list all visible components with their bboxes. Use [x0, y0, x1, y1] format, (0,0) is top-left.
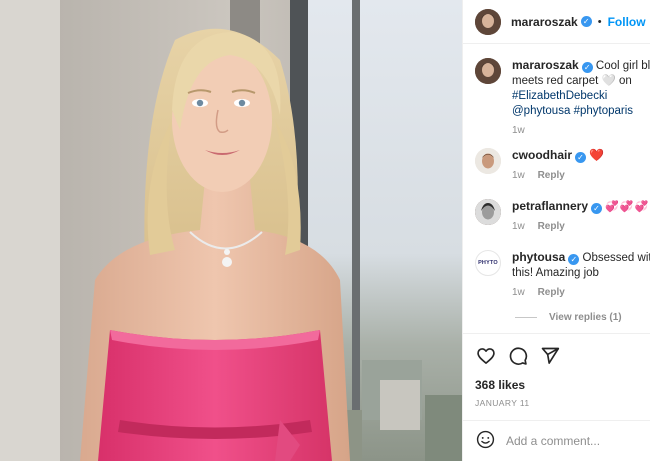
hashtag-link[interactable]: #phytoparis [574, 105, 633, 117]
add-comment-input[interactable]: Add a comment... [506, 434, 600, 448]
comment-username[interactable]: cwoodhair [512, 148, 572, 162]
verified-badge-icon: ✓ [568, 254, 580, 265]
caption: mararoszak✓ Cool girl blowout meets red … [475, 58, 650, 138]
caption-username[interactable]: mararoszak [512, 58, 579, 72]
comment-body: petraflannery ✓ 💞💞💞 1w Reply [512, 199, 650, 234]
post-date: JANUARY 11 [475, 398, 530, 408]
avatar-icon [475, 8, 501, 35]
comment-icon[interactable] [508, 346, 528, 366]
likes-count[interactable]: 368 likes [475, 378, 525, 392]
comment-item: cwoodhair ✓ ❤️ 1w Reply [475, 148, 650, 183]
author-avatar[interactable] [475, 8, 501, 35]
comment-meta: 1w Reply [512, 285, 650, 300]
add-comment-bar: Add a comment... [463, 420, 650, 461]
comment-age: 1w [512, 170, 525, 181]
verified-badge-icon: ✓ [591, 203, 603, 214]
comment-text-wrap: phytousa✓ Obsessed with this! Amazing jo… [512, 250, 650, 281]
verified-badge-icon: ✓ [575, 152, 587, 163]
phyto-logo-text: PHYTO [478, 260, 498, 266]
comment-body: cwoodhair ✓ ❤️ 1w Reply [512, 148, 650, 183]
avatar-icon [475, 199, 501, 225]
post-actions: 368 likes JANUARY 11 [463, 333, 650, 408]
comment-age: 1w [512, 221, 525, 232]
instagram-post: mararoszak ✓ • Follow mararoszak ✓ Cool g… [0, 0, 650, 461]
heart-icon[interactable] [476, 346, 496, 366]
mention-link[interactable]: @phytousa [512, 105, 570, 117]
share-icon[interactable] [540, 346, 560, 366]
comment-username[interactable]: phytousa [512, 250, 565, 264]
comment-item: PHYTO phytousa✓ Obsessed with this! Amaz… [475, 250, 650, 300]
post-side-panel: mararoszak ✓ • Follow mararoszak ✓ Cool g… [462, 0, 650, 461]
view-replies-button[interactable]: View replies (1) [515, 312, 622, 323]
caption-text-on: on [615, 75, 632, 87]
reply-button[interactable]: Reply [538, 170, 565, 181]
emoji-icon[interactable] [476, 430, 495, 452]
caption-meta: 1w [512, 123, 650, 138]
comment-text: 💞💞💞 [605, 201, 650, 213]
hashtag-link[interactable]: #ElizabethDebecki [512, 90, 607, 102]
comment-item: petraflannery ✓ 💞💞💞 1w Reply [475, 199, 650, 234]
avatar-icon [475, 148, 501, 174]
caption-text: mararoszak✓ Cool girl blowout meets red … [512, 58, 650, 119]
reply-button[interactable]: Reply [538, 221, 565, 232]
comment-text: ❤️ [589, 148, 605, 162]
verified-badge-icon: ✓ [581, 62, 593, 73]
photo-illustration [0, 0, 462, 461]
caption-avatar[interactable] [475, 58, 501, 84]
avatar-icon [475, 58, 501, 84]
comment-avatar[interactable] [475, 199, 501, 225]
caption-body: mararoszak✓ Cool girl blowout meets red … [512, 58, 650, 138]
reply-button[interactable]: Reply [538, 287, 565, 298]
comment-meta: 1w Reply [512, 168, 650, 183]
comment-avatar[interactable] [475, 148, 501, 174]
post-photo[interactable] [0, 0, 462, 461]
caption-age: 1w [512, 125, 525, 136]
comment-meta: 1w Reply [512, 219, 650, 234]
follow-button[interactable]: Follow [608, 15, 646, 29]
view-replies-line [515, 317, 537, 318]
action-icons [463, 334, 650, 366]
author-username[interactable]: mararoszak [511, 15, 578, 29]
white-heart-emoji: 🤍 [601, 75, 616, 87]
verified-badge-icon: ✓ [580, 16, 592, 27]
comment-age: 1w [512, 287, 525, 298]
comment-username[interactable]: petraflannery [512, 199, 588, 213]
view-replies-label: View replies (1) [549, 312, 622, 323]
comment-avatar[interactable]: PHYTO [475, 250, 501, 276]
separator-dot: • [597, 15, 602, 28]
post-header: mararoszak ✓ • Follow [463, 0, 650, 44]
comment-body: phytousa✓ Obsessed with this! Amazing jo… [512, 250, 650, 300]
